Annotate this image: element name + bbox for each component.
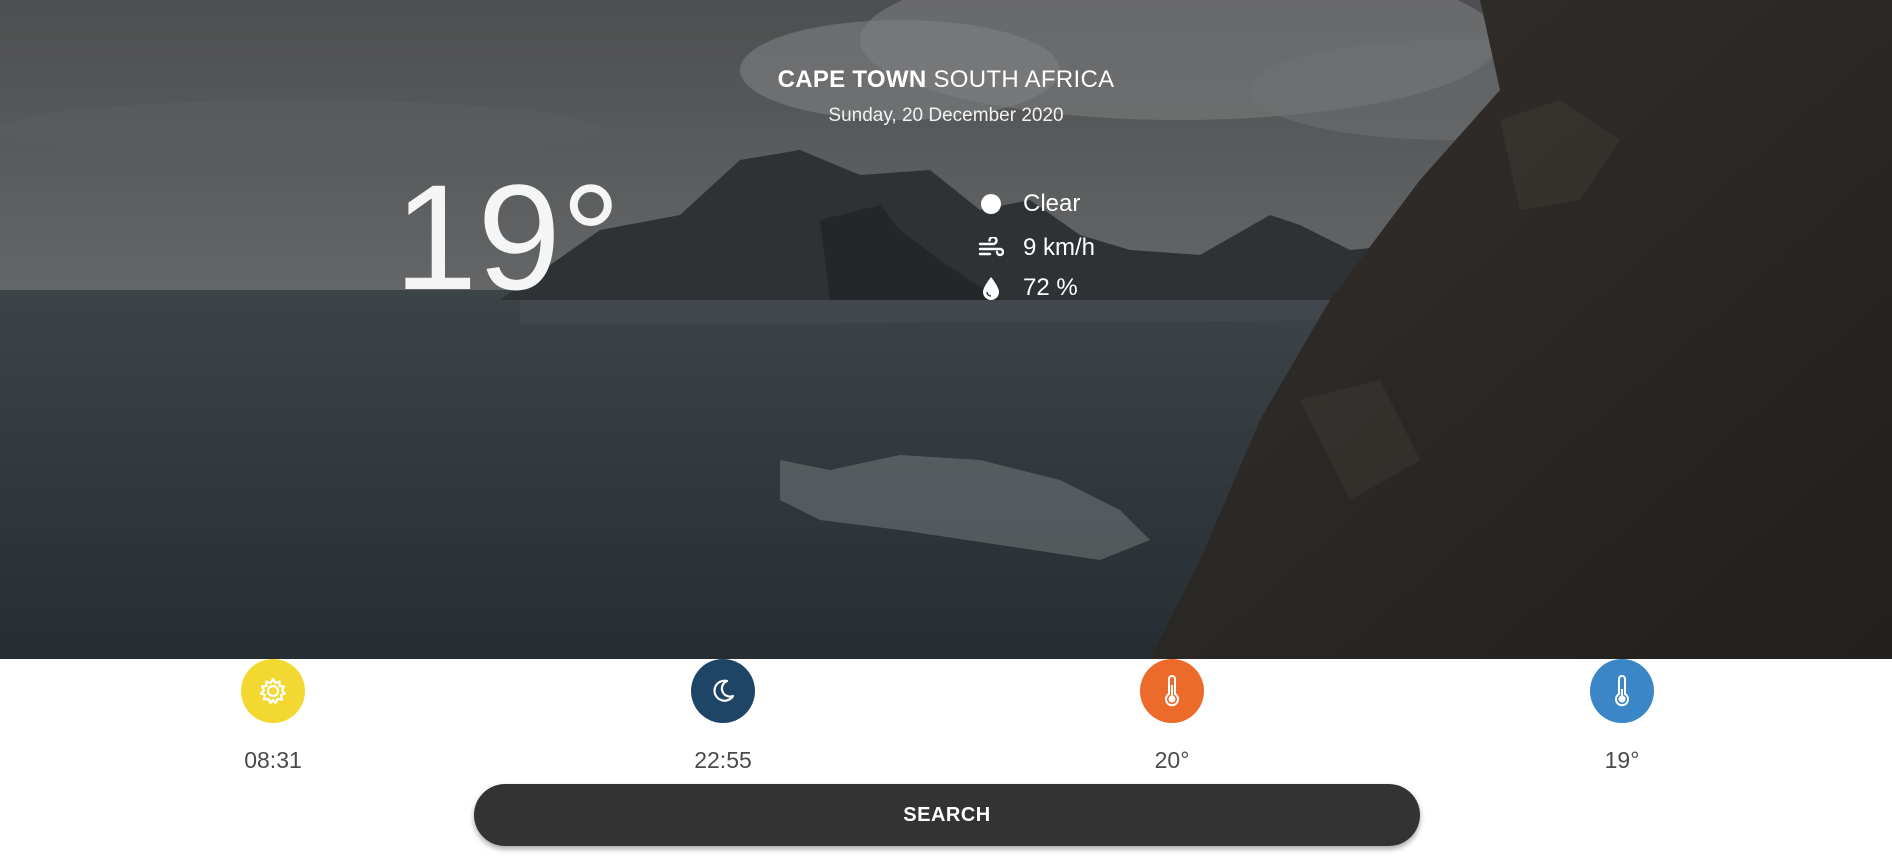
humidity-value: 72 % xyxy=(1023,274,1078,301)
min-temp-stat: 19° xyxy=(1562,659,1682,774)
hero-background: CAPE TOWN SOUTH AFRICA Sunday, 20 Decemb… xyxy=(0,0,1892,659)
sunrise-stat: 08:31 xyxy=(213,659,333,774)
sunrise-time: 08:31 xyxy=(244,747,302,773)
sunset-stat: 22:55 xyxy=(663,659,783,774)
sun-icon xyxy=(241,659,305,723)
current-date: Sunday, 20 December 2020 xyxy=(828,105,1064,126)
wind-icon xyxy=(975,232,1007,264)
max-temp-stat: 20° xyxy=(1112,659,1232,774)
droplet-icon xyxy=(975,272,1007,304)
min-temp-value: 19° xyxy=(1604,747,1640,773)
condition-row: Clear xyxy=(975,188,1080,220)
condition-label: Clear xyxy=(1023,190,1081,217)
country-name: SOUTH AFRICA xyxy=(933,66,1115,93)
daily-stats: 08:31 22:55 20° 19° xyxy=(0,659,1892,779)
wind-value: 9 km/h xyxy=(1023,234,1096,261)
sunset-time: 22:55 xyxy=(694,747,752,773)
search-button[interactable]: SEARCH xyxy=(474,784,1420,846)
wind-row: 9 km/h xyxy=(975,232,1095,264)
max-temp-value: 20° xyxy=(1154,747,1190,773)
landscape-photo xyxy=(0,0,1892,659)
thermometer-icon xyxy=(1140,659,1204,723)
humidity-row: 72 % xyxy=(975,272,1078,304)
thermometer-icon xyxy=(1590,659,1654,723)
clear-moon-icon xyxy=(975,188,1007,220)
location-title: CAPE TOWN SOUTH AFRICA xyxy=(0,66,1892,94)
current-temperature: 19° xyxy=(394,153,621,321)
city-name: CAPE TOWN xyxy=(777,66,927,93)
moon-icon xyxy=(691,659,755,723)
